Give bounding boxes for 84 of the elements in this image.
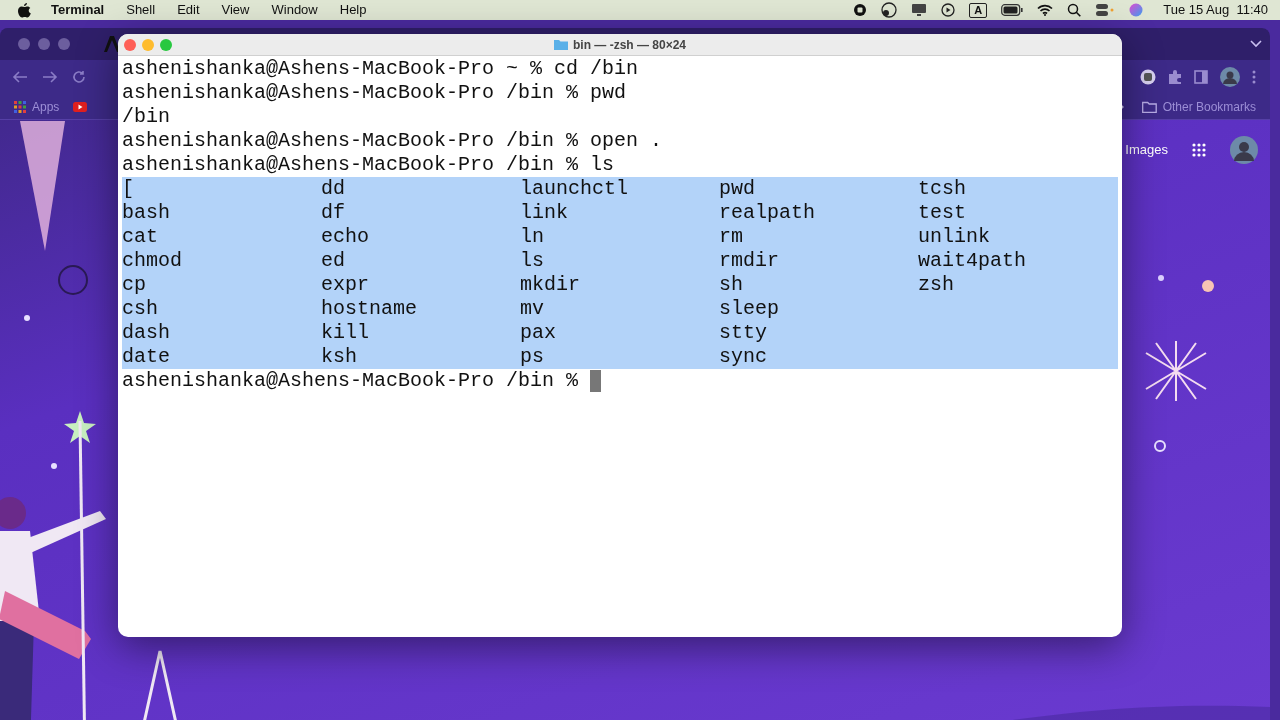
globe-icon[interactable] [881,2,898,18]
chevron-down-icon[interactable] [1250,40,1262,48]
file-name: cp [122,273,147,297]
record-icon[interactable] [853,3,868,17]
file-name: date [122,345,171,369]
menu-item[interactable]: View [221,0,250,20]
terminal-line: ashenishanka@Ashens-MacBook-Pro /bin % ls [122,153,615,177]
menu-item[interactable]: Help [339,0,367,20]
battery-icon[interactable] [1001,4,1024,16]
terminal-line: ashenishanka@Ashens-MacBook-Pro /bin % open . [122,129,663,153]
apple-logo-icon[interactable] [18,2,31,18]
file-name: mkdir [520,273,581,297]
side-panel-icon[interactable] [1194,70,1208,84]
file-name: dd [321,177,346,201]
file-name: mv [520,297,545,321]
file-name: csh [122,297,159,321]
file-name: zsh [918,273,955,297]
video-bookmark-icon[interactable] [73,101,88,112]
folder-icon[interactable] [1141,100,1157,113]
file-name: ps [520,345,545,369]
back-arrow-icon[interactable] [12,70,28,84]
file-name: ksh [321,345,358,369]
apps-launcher-icon[interactable] [1192,143,1206,157]
file-name: tcsh [918,177,967,201]
file-name: bash [122,201,171,225]
terminal-line: /bin [122,105,170,129]
file-name: unlink [918,225,991,249]
wifi-icon[interactable] [1037,4,1054,16]
file-name: pax [520,321,557,345]
apps-grid-icon[interactable] [14,100,26,113]
file-name: hostname [321,297,418,321]
search-icon[interactable] [1067,3,1082,17]
puzzle-icon[interactable] [1168,70,1182,84]
file-name: launchctl [520,177,630,201]
file-name: test [918,201,967,225]
siri-icon[interactable] [1129,3,1144,17]
file-name: dash [122,321,171,345]
file-name: rm [719,225,744,249]
bookmark-link[interactable]: Other Bookmarks [1162,97,1256,116]
window-control-icon[interactable] [58,38,70,50]
window-title: bin — -zsh — 80×24 [572,36,686,54]
control-center-icon[interactable] [1095,3,1116,17]
file-name: stty [719,321,768,345]
file-name: ls [520,249,545,273]
file-name: realpath [719,201,816,225]
forward-arrow-icon[interactable] [42,70,58,84]
file-name: wait4path [918,249,1028,273]
file-name: rmdir [719,249,780,273]
display-icon[interactable] [911,3,928,17]
file-name: cat [122,225,159,249]
terminal-line: ashenishanka@Ashens-MacBook-Pro ~ % cd /bin [122,57,639,81]
menu-item[interactable]: Window [271,0,318,20]
file-name: sync [719,345,768,369]
file-name: sh [719,273,744,297]
menu-item[interactable]: Shell [126,0,156,20]
file-name: kill [321,321,370,345]
input-source-indicator[interactable]: A [969,2,988,18]
file-name: link [520,201,569,225]
file-name: expr [321,273,370,297]
file-name: df [321,201,346,225]
window-control-icon[interactable] [38,38,50,50]
file-name: ln [520,225,545,249]
reload-icon[interactable] [72,70,86,84]
file-name: echo [321,225,370,249]
file-name: pwd [719,177,756,201]
close-button[interactable] [124,39,136,51]
file-name: [ [122,177,135,201]
window-control-icon[interactable] [18,38,30,50]
file-name: ed [321,249,346,273]
menu-item[interactable]: Edit [177,0,200,20]
extension-badge-icon[interactable] [1140,69,1156,85]
play-icon[interactable] [941,3,956,17]
terminal-prompt: ashenishanka@Ashens-MacBook-Pro /bin % [122,369,579,393]
avatar-icon[interactable] [1220,67,1240,87]
file-name: chmod [122,249,183,273]
app-menu[interactable]: Terminal [51,0,105,20]
more-menu-icon[interactable] [1252,70,1256,84]
terminal-line: ashenishanka@Ashens-MacBook-Pro /bin % pwd [122,81,627,105]
menu-bar-clock[interactable]: Tue 15 Aug 11:40 [1163,0,1268,20]
folder-icon [553,39,568,50]
bookmark-link[interactable]: Apps [32,97,60,116]
images-link[interactable]: Images [1125,140,1168,160]
avatar-icon[interactable] [1230,136,1258,164]
file-name: sleep [719,297,780,321]
